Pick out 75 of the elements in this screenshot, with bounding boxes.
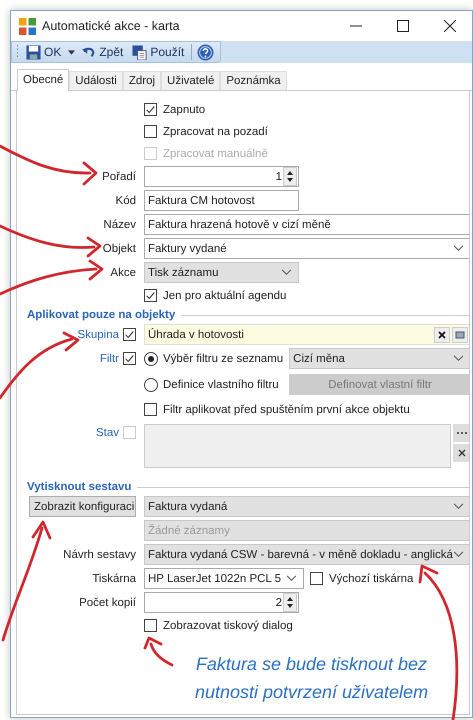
number-field[interactable]: 1 bbox=[144, 166, 299, 187]
tab[interactable]: Poznámka bbox=[220, 71, 287, 90]
disk-document-icon bbox=[132, 44, 148, 60]
dropdown-field[interactable]: Faktury vydané bbox=[144, 238, 469, 259]
chevron-down-icon bbox=[286, 575, 297, 582]
field-label: Návrh sestavy bbox=[62, 548, 136, 560]
tab[interactable]: Obecné bbox=[17, 69, 70, 91]
dropdown-field[interactable]: HP LaserJet 1022n PCL 5 bbox=[144, 568, 304, 589]
annotation-arrow bbox=[144, 636, 174, 666]
checkbox[interactable] bbox=[123, 352, 136, 365]
dropdown-arrow-icon[interactable] bbox=[68, 50, 76, 54]
field-label: Počet kopií bbox=[78, 596, 136, 608]
clear-icon[interactable] bbox=[452, 444, 469, 462]
ellipsis-icon[interactable] bbox=[452, 424, 469, 442]
checkbox[interactable] bbox=[144, 103, 157, 116]
tab[interactable]: Události bbox=[69, 71, 123, 90]
radio-label: Výběr filtru ze seznamu bbox=[163, 352, 284, 364]
browse-icon[interactable] bbox=[452, 326, 468, 342]
tab[interactable]: Uživatelé bbox=[161, 71, 220, 90]
checkbox[interactable] bbox=[144, 125, 157, 138]
annotation-text: Faktura se bude tisknout bez nutnosti potvrzení uživatelem bbox=[194, 653, 430, 704]
section-heading: Vytisknout sestavu bbox=[27, 481, 132, 493]
chevron-down-icon bbox=[281, 269, 292, 276]
checkbox-label: Zpracovat manuálně bbox=[163, 148, 268, 160]
app-logo-icon bbox=[19, 18, 36, 34]
chevron-down-icon bbox=[452, 503, 464, 510]
field-label: Stav bbox=[96, 426, 119, 438]
undo-button[interactable]: Zpět bbox=[80, 45, 126, 59]
checkbox-label: Výchozí tiskárna bbox=[329, 572, 414, 584]
field-label: Pořadí bbox=[101, 170, 136, 182]
field-label: Kód bbox=[114, 194, 136, 206]
ok-button[interactable]: OK bbox=[24, 44, 64, 60]
checkbox[interactable] bbox=[144, 619, 157, 632]
field-label: Tiskárna bbox=[91, 572, 136, 584]
chevron-down-icon bbox=[452, 551, 464, 558]
checkbox-label: Zapnuto bbox=[163, 104, 206, 116]
checkbox-label: Zpracovat na pozadí bbox=[163, 126, 268, 138]
window-title: Automatické akce - karta bbox=[42, 19, 181, 33]
radio-label: Definice vlastního filtru bbox=[163, 378, 279, 390]
text-field[interactable]: Faktura CM hotovost bbox=[144, 190, 299, 211]
number-field[interactable]: 2 bbox=[144, 592, 299, 613]
field-label: Objekt bbox=[102, 242, 136, 254]
checkbox-label: Zobrazovat tiskový dialog bbox=[163, 620, 293, 632]
checkbox[interactable] bbox=[144, 289, 157, 302]
field-label: Akce bbox=[109, 266, 136, 278]
checkbox-label: Filtr aplikovat před spuštěním první akce objektu bbox=[163, 404, 410, 416]
checkbox-label: Jen pro aktuální agendu bbox=[163, 290, 286, 302]
chevron-down-icon bbox=[452, 245, 464, 252]
text-field[interactable]: Faktura hrazená hotově v cizí měně bbox=[144, 214, 469, 235]
checkbox[interactable] bbox=[123, 328, 136, 341]
clear-icon[interactable] bbox=[434, 326, 450, 342]
chevron-down-icon bbox=[452, 355, 464, 362]
spinner-arrows-icon[interactable] bbox=[283, 167, 297, 186]
tab[interactable]: Zdroj bbox=[122, 71, 162, 90]
spinner-arrows-icon[interactable] bbox=[283, 593, 297, 612]
apply-button[interactable]: Použít bbox=[130, 44, 186, 60]
section-heading: Aplikovat pouze na objekty bbox=[27, 309, 176, 321]
radio-button[interactable] bbox=[144, 378, 158, 392]
undo-arrow-icon bbox=[82, 45, 96, 59]
dropdown-field[interactable]: Faktura vydaná CSW - barevná - v měně dokladu - anglická bbox=[144, 544, 469, 565]
dropdown-field[interactable]: Cizí měna bbox=[289, 348, 469, 369]
radio-button[interactable] bbox=[144, 352, 158, 366]
maximize-icon[interactable] bbox=[397, 20, 409, 32]
field-label: Filtr bbox=[100, 352, 119, 364]
checkbox[interactable] bbox=[310, 572, 323, 585]
field-label: Název bbox=[102, 218, 136, 230]
close-icon[interactable] bbox=[444, 20, 456, 32]
help-icon[interactable] bbox=[197, 44, 214, 60]
dropdown-field[interactable]: Faktura vydaná bbox=[144, 496, 469, 517]
toolbar-grip-icon bbox=[16, 44, 19, 60]
dropdown-field[interactable]: Tisk záznamu bbox=[144, 262, 299, 283]
checkbox[interactable] bbox=[144, 403, 157, 416]
show-configuration-button[interactable]: Zobrazit konfiguraci bbox=[29, 496, 136, 517]
lookup-field[interactable]: Úhrada v hotovosti bbox=[144, 324, 469, 345]
field-label: Skupina bbox=[77, 328, 119, 340]
